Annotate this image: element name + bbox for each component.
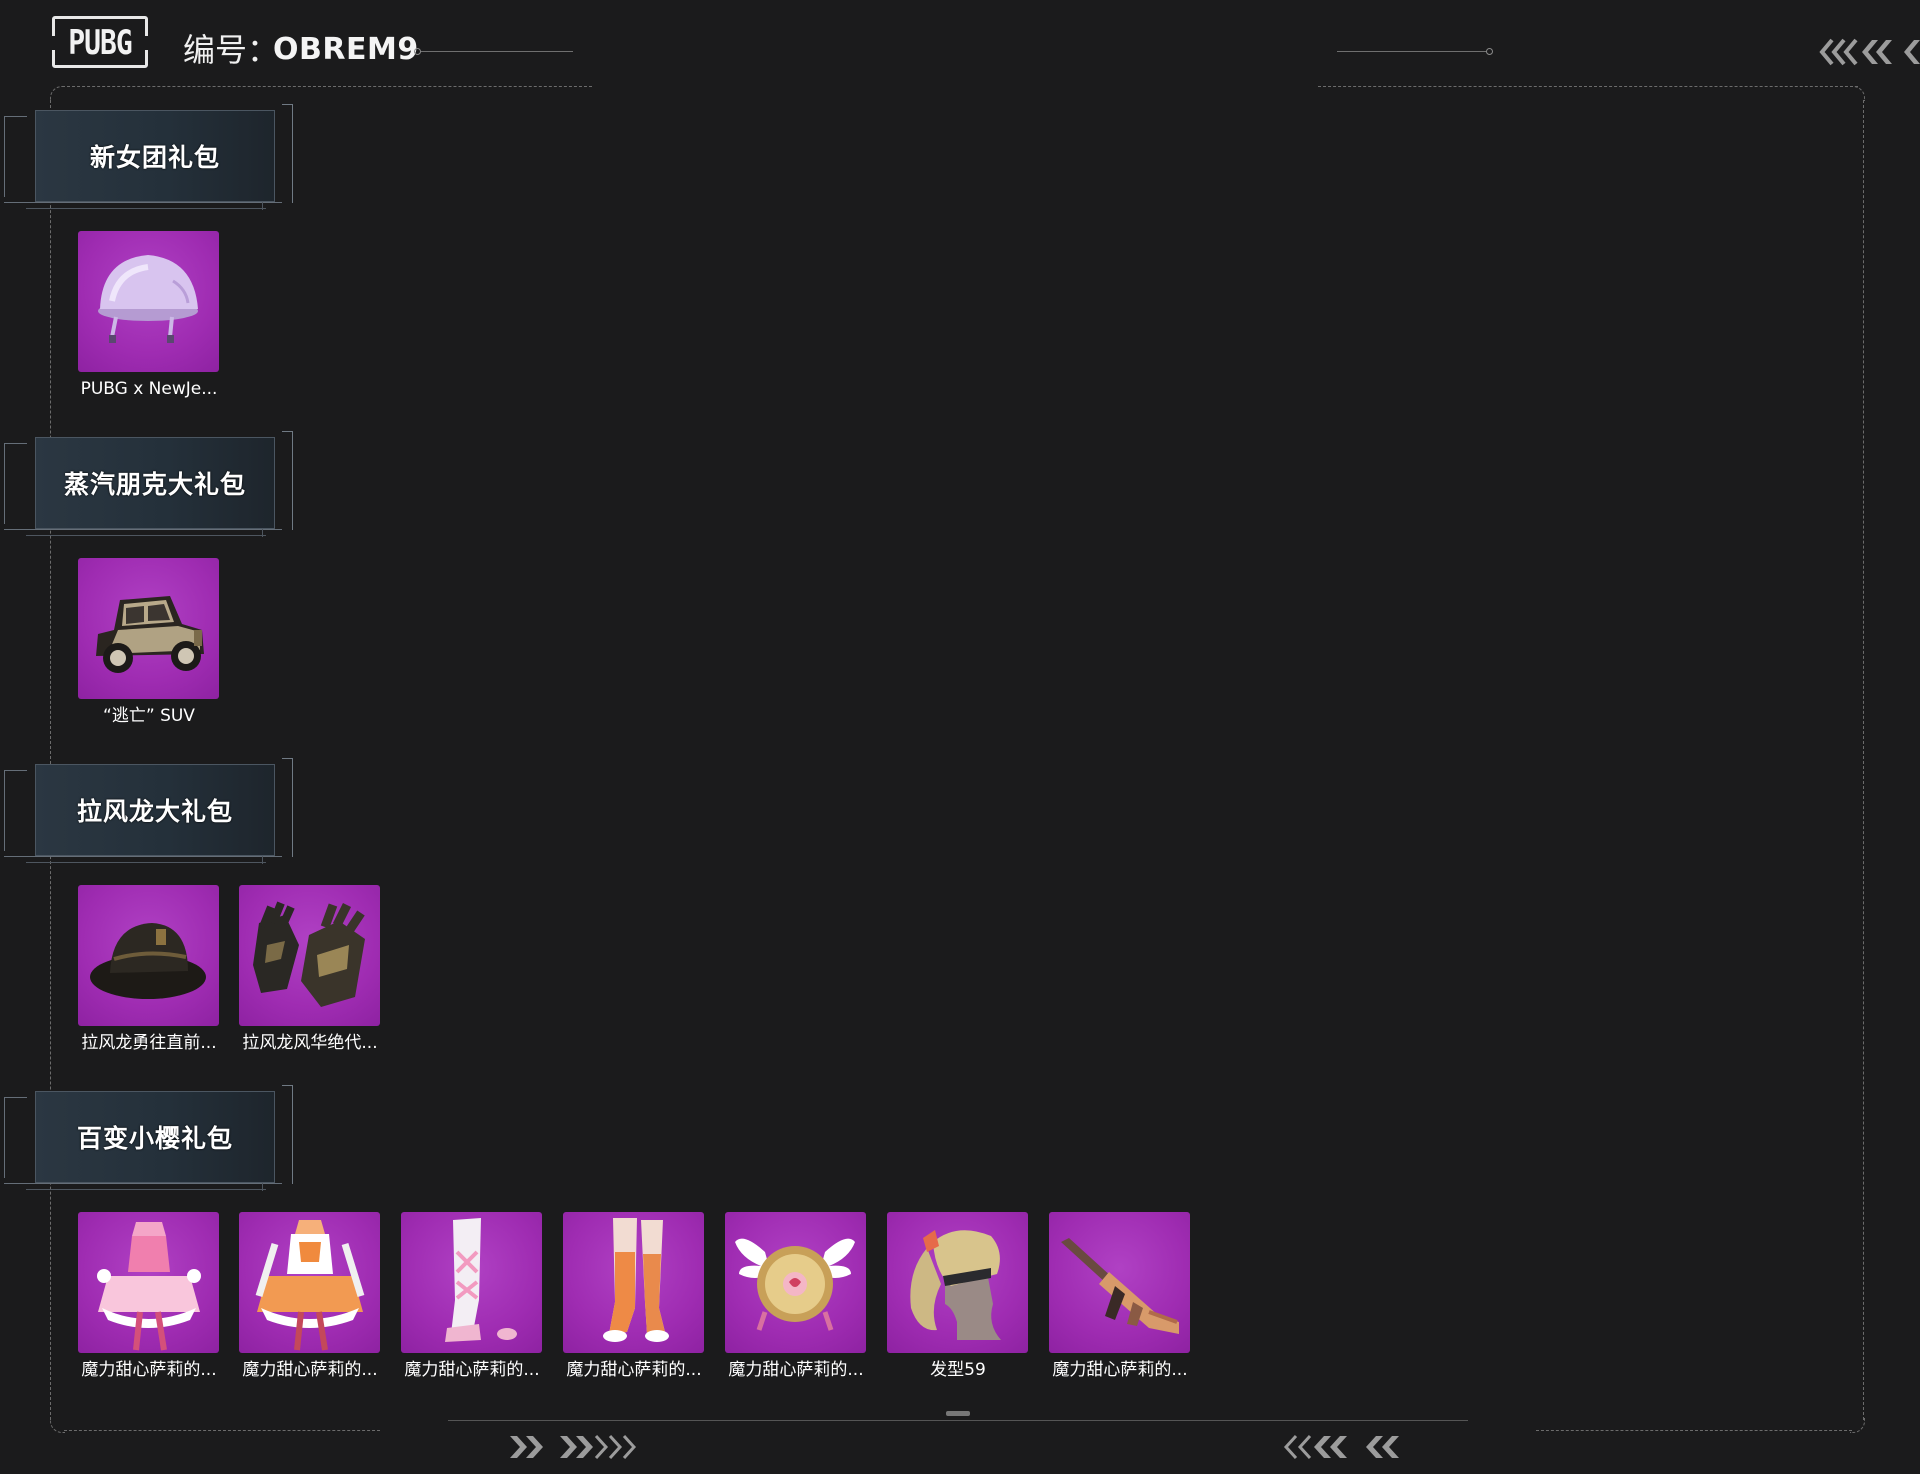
frame-top-left	[62, 86, 592, 87]
footer-chevrons-left-icon	[1282, 1430, 1412, 1464]
section-title: 新女团礼包	[89, 143, 220, 172]
frame-corner-tl	[50, 86, 65, 101]
hairstyle-icon	[887, 1212, 1028, 1353]
orange-dress-icon	[239, 1212, 380, 1353]
white-boots-icon	[401, 1212, 542, 1353]
section-title: 拉风龙大礼包	[76, 797, 233, 826]
header-chevrons-icon	[1814, 32, 1920, 72]
item-card[interactable]: 魔力甜心萨莉的...	[401, 1212, 543, 1381]
item-card[interactable]: 魔力甜心萨莉的...	[563, 1212, 705, 1381]
pink-dress-icon	[78, 1212, 219, 1353]
frame-bottom-right	[1536, 1430, 1852, 1431]
item-name: 魔力甜心萨莉的...	[81, 1360, 217, 1380]
frame-right	[1863, 100, 1864, 1420]
item-name: 魔力甜心萨莉的...	[242, 1360, 378, 1380]
item-card[interactable]: 魔力甜心萨莉的...	[239, 1212, 381, 1381]
section-header-steampunk: 蒸汽朋克大礼包	[0, 431, 300, 541]
section-title: 蒸汽朋克大礼包	[63, 470, 246, 499]
item-name: 魔力甜心萨莉的...	[728, 1360, 864, 1380]
item-name: 拉风龙勇往直前...	[81, 1033, 217, 1053]
frame-corner-br	[1850, 1418, 1865, 1433]
section-header-newjeans: 新女团礼包	[0, 104, 300, 214]
item-card[interactable]: 发型59	[887, 1212, 1029, 1381]
item-name: 魔力甜心萨莉的...	[1052, 1360, 1188, 1380]
item-card[interactable]: “逃亡” SUV	[78, 558, 220, 727]
item-card[interactable]: 魔力甜心萨莉的...	[78, 1212, 220, 1381]
item-name: 拉风龙风华绝代...	[242, 1033, 378, 1053]
pubg-logo: PUBG	[50, 16, 150, 68]
section-header-sakura: 百变小樱礼包	[0, 1085, 300, 1195]
frame-top-right	[1318, 86, 1858, 87]
bucket-hat-icon	[78, 885, 219, 1026]
item-name: 发型59	[930, 1360, 986, 1380]
helmet-icon	[78, 231, 219, 372]
item-card[interactable]: 魔力甜心萨莉的...	[725, 1212, 867, 1381]
id-value: OBREM9	[273, 32, 419, 67]
section-header-lafenglong: 拉风龙大礼包	[0, 758, 300, 868]
frame-bottom-left	[64, 1430, 380, 1431]
orange-boots-icon	[563, 1212, 704, 1353]
item-name: 魔力甜心萨莉的...	[566, 1360, 702, 1380]
header-line-dot-left	[414, 48, 421, 55]
gloves-icon	[239, 885, 380, 1026]
item-name: 魔力甜心萨莉的...	[404, 1360, 540, 1380]
item-card[interactable]: 魔力甜心萨莉的...	[1049, 1212, 1191, 1381]
frame-corner-tr	[1850, 86, 1865, 101]
footer-chevrons-right-icon	[508, 1430, 638, 1464]
frame-bottom-center-line	[448, 1420, 1468, 1421]
section-title: 百变小樱礼包	[76, 1124, 233, 1153]
header-line-left	[421, 51, 573, 52]
item-card[interactable]: PUBG x NewJe...	[78, 231, 220, 400]
rifle-icon	[1049, 1212, 1190, 1353]
winged-backpack-icon	[725, 1212, 866, 1353]
item-card[interactable]: 拉风龙风华绝代...	[239, 885, 381, 1054]
id-label: 编号：	[183, 31, 280, 69]
item-name: “逃亡” SUV	[103, 706, 195, 726]
frame-bottom-notch	[946, 1411, 970, 1416]
frame-corner-bl	[50, 1418, 65, 1433]
item-name: PUBG x NewJe...	[80, 379, 218, 399]
header-line-right	[1337, 51, 1487, 52]
header-line-dot-right	[1486, 48, 1493, 55]
item-card[interactable]: 拉风龙勇往直前...	[78, 885, 220, 1054]
vintage-car-icon	[78, 558, 219, 699]
